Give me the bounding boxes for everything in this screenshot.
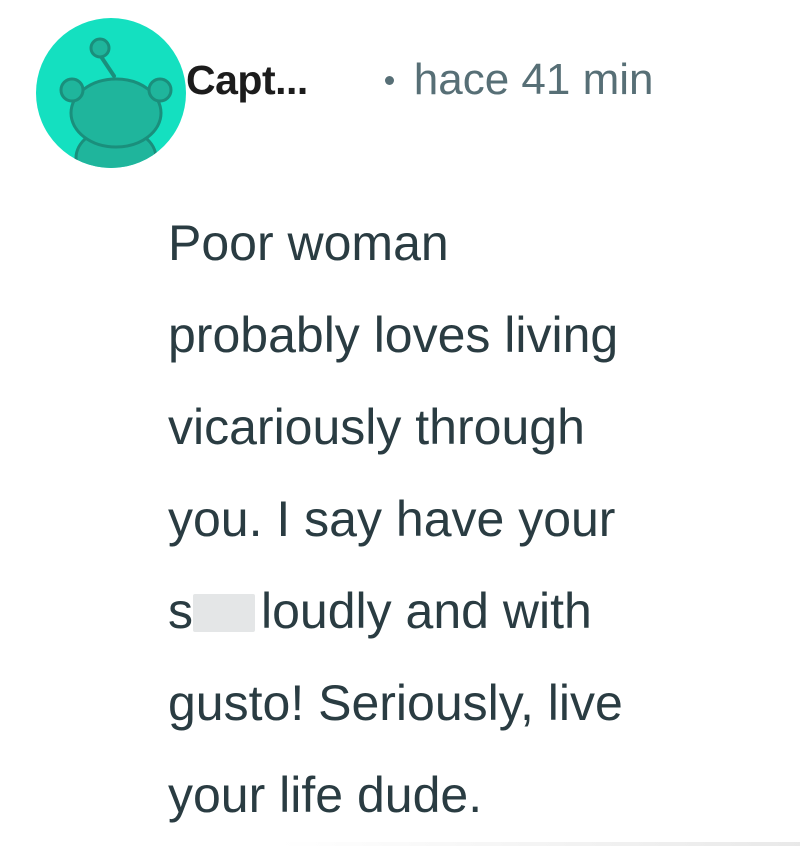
- reddit-snoo-avatar-icon: [59, 37, 173, 168]
- comment-header: Capt... hace 41 min: [186, 50, 654, 110]
- comment-body: Poor woman probably loves living vicario…: [168, 197, 778, 841]
- author-username[interactable]: Capt...: [186, 57, 308, 104]
- bottom-divider: [280, 842, 800, 846]
- separator-dot: [384, 75, 394, 85]
- user-avatar[interactable]: [36, 18, 186, 168]
- comment-line: Poor woman: [168, 215, 449, 271]
- comment-line-redacted: s loudly and with: [168, 565, 778, 657]
- comment-line: vicariously through: [168, 399, 585, 455]
- redacted-prefix: s: [168, 583, 193, 639]
- redacted-line-text: loudly and with: [261, 583, 592, 639]
- comment-line: gusto! Seriously, live: [168, 675, 623, 731]
- comment-line: your life dude.: [168, 767, 483, 823]
- comment-line: you. I say have your: [168, 491, 616, 547]
- comment-card: Capt... hace 41 min Poor woman probably …: [0, 0, 800, 846]
- comment-line: probably loves living: [168, 307, 619, 363]
- comment-timestamp[interactable]: hace 41 min: [414, 55, 654, 105]
- redaction-box: [193, 594, 255, 632]
